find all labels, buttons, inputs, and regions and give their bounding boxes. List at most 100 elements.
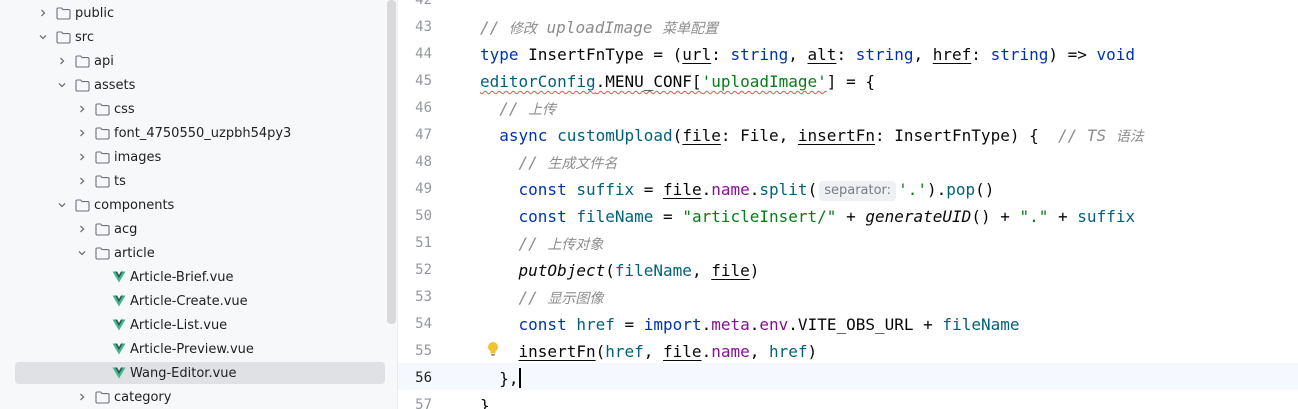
chevron-right-icon[interactable] [77, 222, 87, 236]
code-token: fileName [576, 207, 654, 226]
tree-folder-item[interactable]: css [0, 97, 386, 121]
chevron-down-icon[interactable] [57, 78, 67, 92]
code-token: insertFn [797, 126, 875, 145]
code-token: , [913, 45, 933, 64]
code-line[interactable]: editorConfig.MENU_CONF['uploadImage'] = … [480, 68, 875, 95]
tree-folder-item[interactable]: assets [0, 73, 386, 97]
code-token: import [643, 315, 702, 334]
code-token: type [480, 45, 519, 64]
code-line[interactable]: // 上传对象 [480, 230, 604, 257]
tree-file-item[interactable]: Article-Create.vue [0, 289, 386, 313]
tree-item-label: images [114, 149, 162, 165]
code-token: ( [672, 126, 683, 145]
line-number: 55 [415, 343, 432, 359]
tree-folder-item[interactable]: ts [0, 169, 386, 193]
tree-folder-item[interactable]: images [0, 145, 386, 169]
code-line[interactable]: const href = import.meta.env.VITE_OBS_UR… [480, 311, 1020, 338]
code-editor[interactable]: 42 43 44 45 46 47 48 49 50 51 52 53 54 55 56 57 // 修改 u… [398, 0, 1298, 409]
code-token: split [759, 180, 808, 199]
chevron-down-icon[interactable] [38, 30, 48, 44]
code-line[interactable]: const fileName = "articleInsert/" + gene… [480, 203, 1136, 230]
code-line[interactable]: // 显示图像 [480, 284, 604, 311]
tree-file-item[interactable]: Wang-Editor.vue [0, 361, 386, 385]
code-line[interactable]: async customUpload(file: File, insertFn:… [480, 122, 1144, 149]
code-token: : [711, 45, 731, 64]
tree-item-label: font_4750550_uzpbh54py3 [114, 125, 292, 141]
tree-folder-item[interactable]: article [0, 241, 386, 265]
folder-icon [95, 222, 110, 236]
tree-file-item[interactable]: Article-Preview.vue [0, 337, 386, 361]
folder-icon [95, 150, 110, 164]
line-number: 46 [415, 100, 432, 116]
chevron-right-icon[interactable] [38, 6, 48, 20]
code-token: }, [480, 369, 519, 388]
folder-icon [95, 246, 110, 260]
lightbulb-icon[interactable] [486, 341, 500, 357]
code-token: . [701, 342, 712, 361]
tree-file-item[interactable]: Article-Brief.vue [0, 265, 386, 289]
code-token: const [518, 315, 567, 334]
tree-item-label: css [114, 101, 135, 117]
code-line[interactable]: // 上传 [480, 95, 556, 122]
code-line[interactable]: // 生成文件名 [480, 149, 618, 176]
chevron-right-icon[interactable] [77, 102, 87, 116]
code-token: file [711, 261, 750, 280]
code-token: . [701, 315, 712, 334]
tree-folder-item[interactable]: font_4750550_uzpbh54py3 [0, 121, 386, 145]
code-line[interactable]: putObject(fileName, file) [480, 257, 760, 284]
chevron-right-icon[interactable] [77, 126, 87, 140]
chevron-right-icon[interactable] [77, 150, 87, 164]
code-token: : [971, 45, 991, 64]
code-token: } [480, 396, 490, 409]
code-line[interactable]: }, [480, 365, 521, 392]
code-line[interactable]: } [480, 392, 490, 409]
tree-folder-item[interactable]: public [0, 1, 386, 25]
code-token: href [932, 45, 972, 64]
code-token: ) => [1048, 45, 1097, 64]
chevron-down-icon[interactable] [77, 246, 87, 260]
folder-icon [56, 30, 71, 44]
tree-folder-item[interactable]: components [0, 193, 386, 217]
code-token: .MENU_CONF[ [595, 72, 702, 91]
chevron-right-icon[interactable] [77, 390, 87, 404]
chevron-down-icon[interactable] [57, 198, 67, 212]
line-number: 50 [415, 208, 432, 224]
code-token: fileName [942, 315, 1020, 334]
tree-item-label: components [94, 197, 175, 213]
code-token: ( [595, 342, 606, 361]
chevron-right-icon[interactable] [57, 54, 67, 68]
line-number: 47 [415, 127, 432, 143]
tree-scrollbar-thumb[interactable] [387, 0, 396, 324]
code-line[interactable]: // 修改 uploadImage 菜单配置 [480, 14, 718, 41]
code-token: , [643, 342, 664, 361]
tree-folder-item[interactable]: acg [0, 217, 386, 241]
code-token: generateUID [865, 207, 972, 226]
tree-scrollbar[interactable] [386, 0, 397, 409]
tree-item-label: category [114, 389, 172, 405]
code-token: = [653, 207, 683, 226]
code-token: ). [926, 180, 947, 199]
tree-folder-item[interactable]: category [0, 385, 386, 409]
tree-file-item[interactable]: Article-List.vue [0, 313, 386, 337]
tree-folder-item[interactable]: src [0, 25, 386, 49]
chevron-right-icon[interactable] [77, 174, 87, 188]
code-token: name [711, 342, 750, 361]
folder-icon [56, 6, 71, 20]
code-token: // 修改 uploadImage 菜单配置 [480, 18, 719, 37]
code-token: insertFn [518, 342, 596, 361]
code-token: , [788, 45, 808, 64]
code-token: href [769, 342, 808, 361]
tree-item-label: public [75, 5, 115, 21]
line-number: 52 [415, 262, 432, 278]
code-line[interactable]: const suffix = file.name.split(separator… [480, 176, 994, 203]
code-line[interactable]: insertFn(href, file.name, href) [480, 338, 818, 365]
code-token: , [749, 342, 769, 361]
code-token: suffix [576, 180, 635, 199]
tree-folder-item[interactable]: api [0, 49, 386, 73]
text-caret [518, 368, 521, 388]
code-line[interactable]: type InsertFnType = (url: string, alt: s… [480, 41, 1135, 68]
